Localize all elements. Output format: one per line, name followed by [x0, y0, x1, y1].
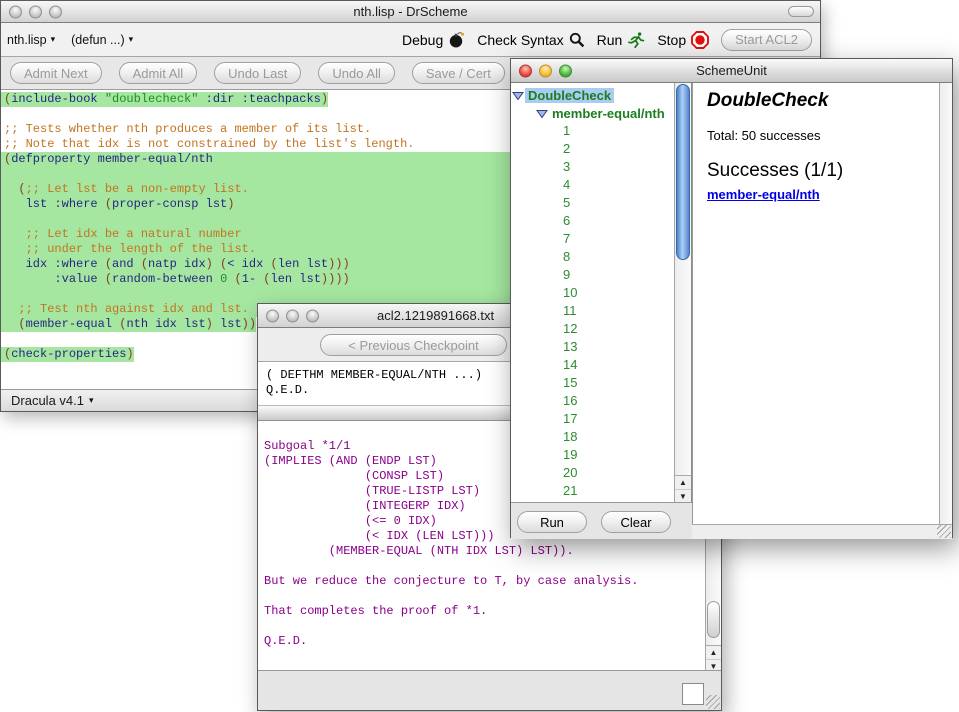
tree-case-11[interactable]: 11	[511, 302, 674, 320]
close-button[interactable]	[519, 64, 532, 77]
scroll-up-arrow[interactable]: ▲	[675, 476, 691, 489]
schemeunit-button-bar: Run Clear	[511, 502, 692, 539]
schemeunit-bottom-strip	[692, 524, 952, 539]
undo-last-button[interactable]: Undo Last	[214, 62, 301, 84]
schemeunit-window: SchemeUnit DoubleCheck member-equal/nth …	[510, 58, 953, 538]
bomb-icon	[448, 31, 465, 48]
tree-case-8[interactable]: 8	[511, 248, 674, 266]
save-cert-button[interactable]: Save / Cert	[412, 62, 505, 84]
tree-item-doublecheck[interactable]: DoubleCheck	[511, 86, 674, 104]
minimize-button[interactable]	[29, 5, 42, 18]
chevron-down-icon: ▾	[89, 395, 94, 406]
chevron-down-icon: ▾	[51, 34, 56, 45]
undo-all-button[interactable]: Undo All	[318, 62, 394, 84]
report-total: Total: 50 successes	[707, 128, 931, 143]
tree-case-6[interactable]: 6	[511, 212, 674, 230]
successes-heading: Successes (1/1)	[707, 160, 931, 182]
tree-case-10[interactable]: 10	[511, 284, 674, 302]
tree-case-3[interactable]: 3	[511, 158, 674, 176]
tree-case-13[interactable]: 13	[511, 338, 674, 356]
checkbox-indicator[interactable]	[682, 683, 704, 705]
resize-grip[interactable]	[937, 524, 951, 538]
tree-case-15[interactable]: 15	[511, 374, 674, 392]
drscheme-toolbar: nth.lisp ▾ (defun ...) ▾ Debug Check Syn…	[1, 23, 820, 57]
tree-case-9[interactable]: 9	[511, 266, 674, 284]
schemeunit-titlebar[interactable]: SchemeUnit	[511, 59, 952, 83]
admit-all-button[interactable]: Admit All	[119, 62, 198, 84]
toolbar-collapse-pill[interactable]	[788, 6, 814, 17]
tree-case-17[interactable]: 17	[511, 410, 674, 428]
window-controls	[266, 309, 319, 322]
language-menu[interactable]: Dracula v4.1 ▾	[11, 393, 94, 408]
tree-item-member-equal-nth[interactable]: member-equal/nth	[511, 104, 674, 122]
chevron-down-icon: ▾	[129, 34, 134, 45]
stop-sign-icon	[691, 31, 709, 49]
tree-case-14[interactable]: 14	[511, 356, 674, 374]
tree-case-20[interactable]: 20	[511, 464, 674, 482]
test-tree-cases: 123456789101112131415161718192021	[511, 122, 674, 500]
test-tree[interactable]: DoubleCheck member-equal/nth 12345678910…	[511, 83, 674, 502]
tree-case-12[interactable]: 12	[511, 320, 674, 338]
report-scrollbar[interactable]	[939, 83, 952, 524]
tree-case-16[interactable]: 16	[511, 392, 674, 410]
toolbar-actions: Debug Check Syntax Run	[402, 29, 814, 51]
tree-case-5[interactable]: 5	[511, 194, 674, 212]
acl2-bottom-panel	[258, 670, 721, 710]
window-controls	[9, 5, 62, 18]
tree-case-19[interactable]: 19	[511, 446, 674, 464]
close-button[interactable]	[9, 5, 22, 18]
run-tests-button[interactable]: Run	[517, 511, 587, 533]
close-button[interactable]	[266, 309, 279, 322]
tree-scrollbar[interactable]: ▲ ▼	[674, 83, 692, 502]
start-acl2-button[interactable]: Start ACL2	[721, 29, 812, 51]
resize-grip[interactable]	[706, 695, 720, 709]
magnifier-icon	[569, 32, 585, 48]
scrollbar-arrows: ▲ ▼	[675, 475, 691, 502]
disclosure-triangle-icon[interactable]	[536, 108, 548, 119]
file-popup-menu[interactable]: nth.lisp ▾	[7, 33, 55, 47]
window-title: nth.lisp - DrScheme	[1, 4, 820, 19]
scrollbar-thumb[interactable]	[676, 84, 690, 260]
tree-case-7[interactable]: 7	[511, 230, 674, 248]
drscheme-titlebar[interactable]: nth.lisp - DrScheme	[1, 1, 820, 23]
success-link[interactable]: member-equal/nth	[707, 187, 820, 202]
scroll-down-arrow[interactable]: ▼	[675, 489, 691, 502]
report-pane: DoubleCheck Total: 50 successes Successe…	[692, 83, 939, 524]
previous-checkpoint-button[interactable]: < Previous Checkpoint	[320, 334, 507, 356]
stop-button[interactable]: Stop	[657, 31, 709, 49]
report-heading: DoubleCheck	[707, 90, 931, 112]
clear-button[interactable]: Clear	[601, 511, 671, 533]
admit-next-button[interactable]: Admit Next	[10, 62, 102, 84]
tree-case-2[interactable]: 2	[511, 140, 674, 158]
zoom-button[interactable]	[559, 64, 572, 77]
zoom-button[interactable]	[49, 5, 62, 18]
defun-popup-menu[interactable]: (defun ...) ▾	[71, 33, 133, 47]
debug-button[interactable]: Debug	[402, 31, 465, 48]
scroll-up-arrow[interactable]: ▲	[706, 646, 721, 659]
minimize-button[interactable]	[286, 309, 299, 322]
tree-case-4[interactable]: 4	[511, 176, 674, 194]
scrollbar-arrows: ▲ ▼	[706, 645, 721, 672]
window-controls	[519, 64, 572, 77]
disclosure-triangle-icon[interactable]	[512, 90, 524, 101]
tree-case-1[interactable]: 1	[511, 122, 674, 140]
tree-case-21[interactable]: 21	[511, 482, 674, 500]
tree-case-18[interactable]: 18	[511, 428, 674, 446]
scrollbar-thumb[interactable]	[707, 601, 720, 638]
zoom-button[interactable]	[306, 309, 319, 322]
run-button[interactable]: Run	[597, 31, 646, 49]
check-syntax-button[interactable]: Check Syntax	[477, 32, 584, 48]
window-title: SchemeUnit	[511, 63, 952, 78]
minimize-button[interactable]	[539, 64, 552, 77]
runner-icon	[627, 31, 645, 49]
